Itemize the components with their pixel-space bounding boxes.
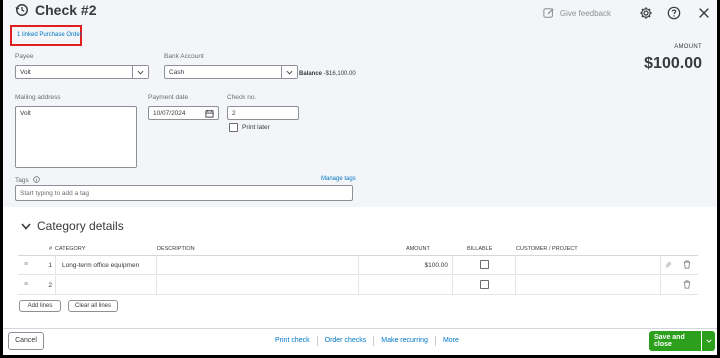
attachment-icon[interactable] [664, 261, 672, 269]
category-cell[interactable] [56, 276, 157, 295]
check-no-value: 2 [232, 110, 236, 117]
payee-label: Payee [15, 53, 34, 60]
payee-select[interactable]: Volt [15, 65, 149, 79]
page-title: Check #2 [35, 2, 97, 18]
gear-icon[interactable] [639, 6, 653, 20]
description-cell[interactable] [157, 256, 359, 275]
bank-account-label: Bank Account [164, 53, 204, 60]
category-details-title: Category details [37, 219, 124, 233]
cancel-button[interactable]: Cancel [8, 332, 44, 350]
table-row: ≡ 2 [18, 276, 698, 295]
balance-display: Balance -$16,100.00 [299, 71, 356, 77]
category-table-header: # CATEGORY DESCRIPTION AMOUNT BILLABLE C… [18, 243, 698, 256]
feedback-icon [543, 8, 554, 18]
customer-cell[interactable] [516, 276, 661, 295]
print-later-checkbox[interactable] [229, 123, 238, 132]
payment-date-field[interactable]: 10/07/2024 [148, 106, 219, 120]
check-no-label: Check no. [227, 94, 257, 101]
print-check-link[interactable]: Print check [275, 336, 317, 346]
chevron-down-icon[interactable] [281, 66, 297, 78]
payment-date-value: 10/07/2024 [153, 110, 186, 117]
footer-bar: Cancel Print check Order checks Make rec… [3, 328, 717, 352]
col-customer: CUSTOMER / PROJECT [516, 246, 578, 252]
close-icon[interactable] [697, 6, 711, 20]
table-row: ≡ 1 Long-term office equipmen $100.00 [18, 256, 698, 275]
tags-label: Tags [15, 177, 29, 184]
header-actions: Give feedback [543, 6, 711, 20]
add-lines-button[interactable]: Add lines [19, 300, 61, 312]
customer-cell[interactable] [516, 256, 661, 275]
col-category: CATEGORY [55, 246, 86, 252]
feedback-label: Give feedback [559, 8, 611, 18]
footer-links: Print check Order checks Make recurring … [275, 336, 466, 346]
trash-icon[interactable] [683, 280, 691, 289]
row-num: 1 [48, 262, 52, 269]
row-amount: $100.00 [424, 262, 449, 269]
billable-checkbox[interactable] [480, 280, 489, 289]
tags-placeholder: Start typing to add a tag [20, 190, 90, 197]
history-icon[interactable] [15, 3, 29, 17]
col-billable: BILLABLE [467, 246, 493, 252]
linked-purchase-order-link[interactable]: 1 linked Purchase Order [10, 25, 82, 46]
payee-value: Volt [20, 69, 31, 76]
amount-cell[interactable] [359, 276, 453, 295]
col-description: DESCRIPTION [157, 246, 195, 252]
mailing-address-label: Mailing address [15, 94, 61, 101]
order-checks-link[interactable]: Order checks [316, 336, 374, 346]
check-window: Check #2 1 linked Purchase Order Give fe… [3, 0, 717, 355]
balance-label: Balance [299, 71, 323, 77]
check-header-panel: Check #2 1 linked Purchase Order Give fe… [3, 0, 717, 207]
print-later-label: Print later [242, 124, 270, 131]
payment-date-label: Payment date [148, 94, 189, 101]
mailing-address-field[interactable]: Volt [15, 106, 137, 168]
balance-value: -$16,100.00 [323, 71, 356, 77]
drag-handle-icon[interactable]: ≡ [24, 261, 28, 268]
title-row: Check #2 [15, 2, 96, 18]
bank-account-select[interactable]: Cash [164, 65, 298, 79]
help-icon[interactable] [667, 6, 681, 20]
category-cell[interactable]: Long-term office equipmen [56, 256, 157, 275]
amount-value: $100.00 [644, 55, 702, 72]
category-details-toggle[interactable]: Category details [21, 219, 124, 233]
give-feedback-button[interactable]: Give feedback [543, 7, 611, 19]
info-icon[interactable] [32, 176, 40, 183]
check-no-field[interactable]: 2 [227, 106, 299, 120]
tags-input[interactable]: Start typing to add a tag [15, 185, 353, 201]
trash-icon[interactable] [683, 260, 691, 269]
chevron-down-icon[interactable] [132, 66, 148, 78]
calendar-icon[interactable] [205, 109, 214, 118]
save-and-close-label: Save and close [654, 334, 685, 348]
row-num: 2 [48, 282, 52, 289]
clear-all-lines-button[interactable]: Clear all lines [68, 300, 118, 312]
chevron-down-icon [21, 222, 31, 230]
amount-label: AMOUNT [674, 44, 702, 50]
col-amount: AMOUNT [406, 246, 430, 252]
make-recurring-link[interactable]: Make recurring [373, 336, 435, 346]
tags-label-row: Tags [15, 176, 40, 184]
billable-checkbox[interactable] [480, 260, 489, 269]
bank-account-value: Cash [169, 69, 185, 76]
drag-handle-icon[interactable]: ≡ [24, 281, 28, 288]
save-and-close-button[interactable]: Save and close [649, 331, 715, 351]
col-num: # [49, 246, 53, 252]
amount-cell[interactable]: $100.00 [359, 256, 453, 275]
chevron-down-icon[interactable] [701, 331, 715, 351]
row-category: Long-term office equipmen [62, 262, 140, 269]
mailing-address-value: Volt [20, 110, 31, 117]
description-cell[interactable] [157, 276, 359, 295]
manage-tags-link[interactable]: Manage tags [321, 176, 356, 182]
more-link[interactable]: More [434, 336, 466, 346]
